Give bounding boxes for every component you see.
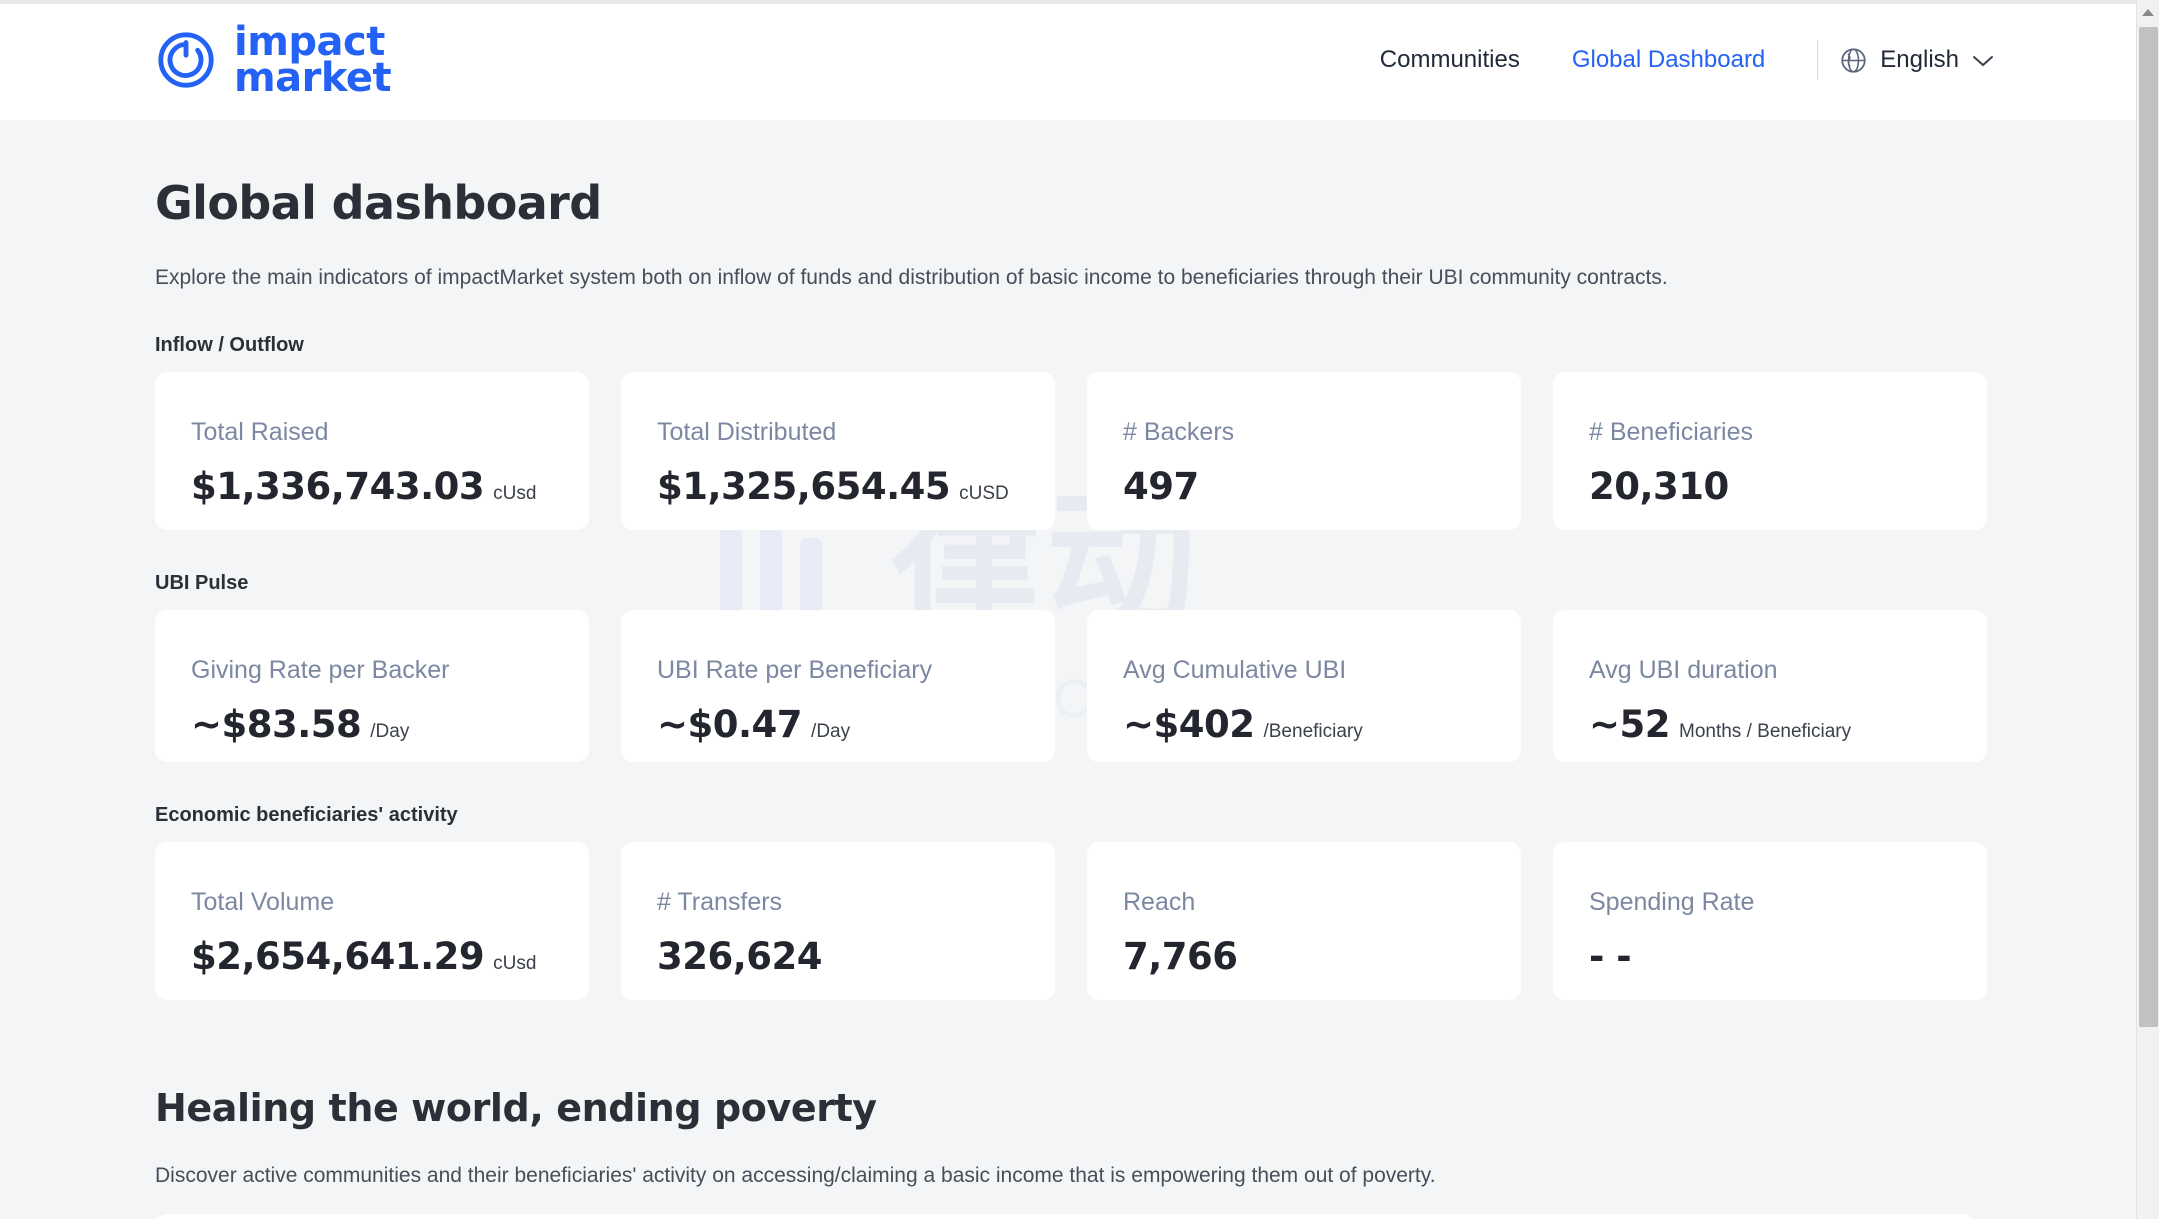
nav-link-communities[interactable]: Communities [1354,46,1546,74]
section-label-ubi-pulse: UBI Pulse [155,572,249,594]
metric-value: 326,624 [657,935,823,978]
scroll-up-arrow-icon[interactable] [2137,0,2159,24]
language-selector[interactable]: English [1840,46,1994,74]
metric-label: Reach [1123,888,1196,916]
metric-card-giving-rate-per-backer[interactable]: Giving Rate per Backer ~$83.58 /Day [155,610,589,762]
metric-value-wrap: 326,624 [657,935,1055,978]
metric-card-transfers[interactable]: # Transfers 326,624 [621,842,1055,1000]
nav-divider [1817,40,1819,80]
metric-value-wrap: ~$83.58 /Day [191,703,589,746]
metric-card-ubi-rate-per-beneficiary[interactable]: UBI Rate per Beneficiary ~$0.47 /Day [621,610,1055,762]
metric-value: $2,654,641.29 [191,935,485,978]
scrollbar-thumb[interactable] [2139,27,2158,1027]
logo-line-2: market [234,55,392,101]
metric-unit: cUsd [493,483,537,504]
language-label: English [1880,46,1959,73]
metric-value: 7,766 [1123,935,1238,978]
metric-value-wrap: 20,310 [1589,465,1987,508]
metric-card-backers[interactable]: # Backers 497 [1087,372,1521,530]
metric-card-reach[interactable]: Reach 7,766 [1087,842,1521,1000]
metric-value-wrap: ~52 Months / Beneficiary [1589,703,1987,746]
bottom-section-description: Discover active communities and their be… [155,1164,1436,1187]
metric-unit: /Beneficiary [1263,721,1363,742]
site-logo[interactable]: impact market [155,22,392,101]
section-label-inflow-outflow: Inflow / Outflow [155,334,304,356]
nav-link-global-dashboard[interactable]: Global Dashboard [1546,46,1791,74]
logo-wordmark: impact market [234,22,392,101]
metric-unit: Months / Beneficiary [1679,721,1852,742]
metric-card-avg-ubi-duration[interactable]: Avg UBI duration ~52 Months / Beneficiar… [1553,610,1987,762]
metric-value: 497 [1123,465,1199,508]
page-title: Global dashboard [155,176,602,230]
metric-unit: /Day [811,721,851,742]
communities-panel-peek [155,1214,1975,1219]
metric-value: $1,325,654.45 [657,465,951,508]
metric-unit: cUsd [493,953,537,974]
impact-market-logo-icon [155,29,217,91]
metric-value: ~$0.47 [657,703,803,746]
metric-label: # Backers [1123,418,1235,446]
metric-label: # Transfers [657,888,783,916]
metric-value-wrap: 497 [1123,465,1521,508]
metric-value-wrap: - - [1589,935,1987,978]
metric-card-total-distributed[interactable]: Total Distributed $1,325,654.45 cUSD [621,372,1055,530]
globe-icon [1840,47,1867,74]
metric-value-wrap: ~$0.47 /Day [657,703,1055,746]
metric-grid-economic-activity: Total Volume $2,654,641.29 cUsd # Transf… [155,842,2159,1000]
section-label-economic-activity: Economic beneficiaries' activity [155,804,458,826]
metric-label: Avg UBI duration [1589,656,1778,684]
window-top-strip [0,0,2136,4]
metric-value: - - [1589,935,1632,978]
metric-card-total-raised[interactable]: Total Raised $1,336,743.03 cUsd [155,372,589,530]
metric-value-wrap: $2,654,641.29 cUsd [191,935,589,978]
page-description: Explore the main indicators of impactMar… [155,266,1668,289]
browser-viewport: impact market Communities Global Dashboa… [0,0,2159,1219]
metric-label: Total Volume [191,888,335,916]
metric-label: UBI Rate per Beneficiary [657,656,933,684]
metric-value-wrap: ~$402 /Beneficiary [1123,703,1521,746]
metric-label: Total Raised [191,418,329,446]
metric-value-wrap: $1,336,743.03 cUsd [191,465,589,508]
metric-unit: /Day [370,721,410,742]
metric-label: Total Distributed [657,418,837,446]
metric-value: $1,336,743.03 [191,465,485,508]
main-navigation: Communities Global Dashboard English [1354,40,2159,80]
site-header: impact market Communities Global Dashboa… [0,0,2159,120]
bottom-section-title: Healing the world, ending poverty [155,1086,877,1130]
metric-grid-inflow-outflow: Total Raised $1,336,743.03 cUsd Total Di… [155,372,2159,530]
metric-value: ~$83.58 [191,703,362,746]
metric-grid-ubi-pulse: Giving Rate per Backer ~$83.58 /Day UBI … [155,610,2159,762]
metric-unit: cUSD [959,483,1009,504]
metric-value-wrap: $1,325,654.45 cUSD [657,465,1055,508]
metric-label: Spending Rate [1589,888,1755,916]
metric-value: ~$402 [1123,703,1255,746]
metric-label: Giving Rate per Backer [191,656,450,684]
metric-value: ~52 [1589,703,1671,746]
metric-card-total-volume[interactable]: Total Volume $2,654,641.29 cUsd [155,842,589,1000]
metric-label: # Beneficiaries [1589,418,1753,446]
chevron-down-icon [1972,54,1994,67]
metric-card-avg-cumulative-ubi[interactable]: Avg Cumulative UBI ~$402 /Beneficiary [1087,610,1521,762]
metric-card-beneficiaries[interactable]: # Beneficiaries 20,310 [1553,372,1987,530]
metric-label: Avg Cumulative UBI [1123,656,1347,684]
page-scrollbar[interactable] [2136,0,2159,1219]
metric-value-wrap: 7,766 [1123,935,1521,978]
metric-card-spending-rate[interactable]: Spending Rate - - [1553,842,1987,1000]
main-content: Global dashboard Explore the main indica… [0,176,2159,1219]
metric-value: 20,310 [1589,465,1729,508]
